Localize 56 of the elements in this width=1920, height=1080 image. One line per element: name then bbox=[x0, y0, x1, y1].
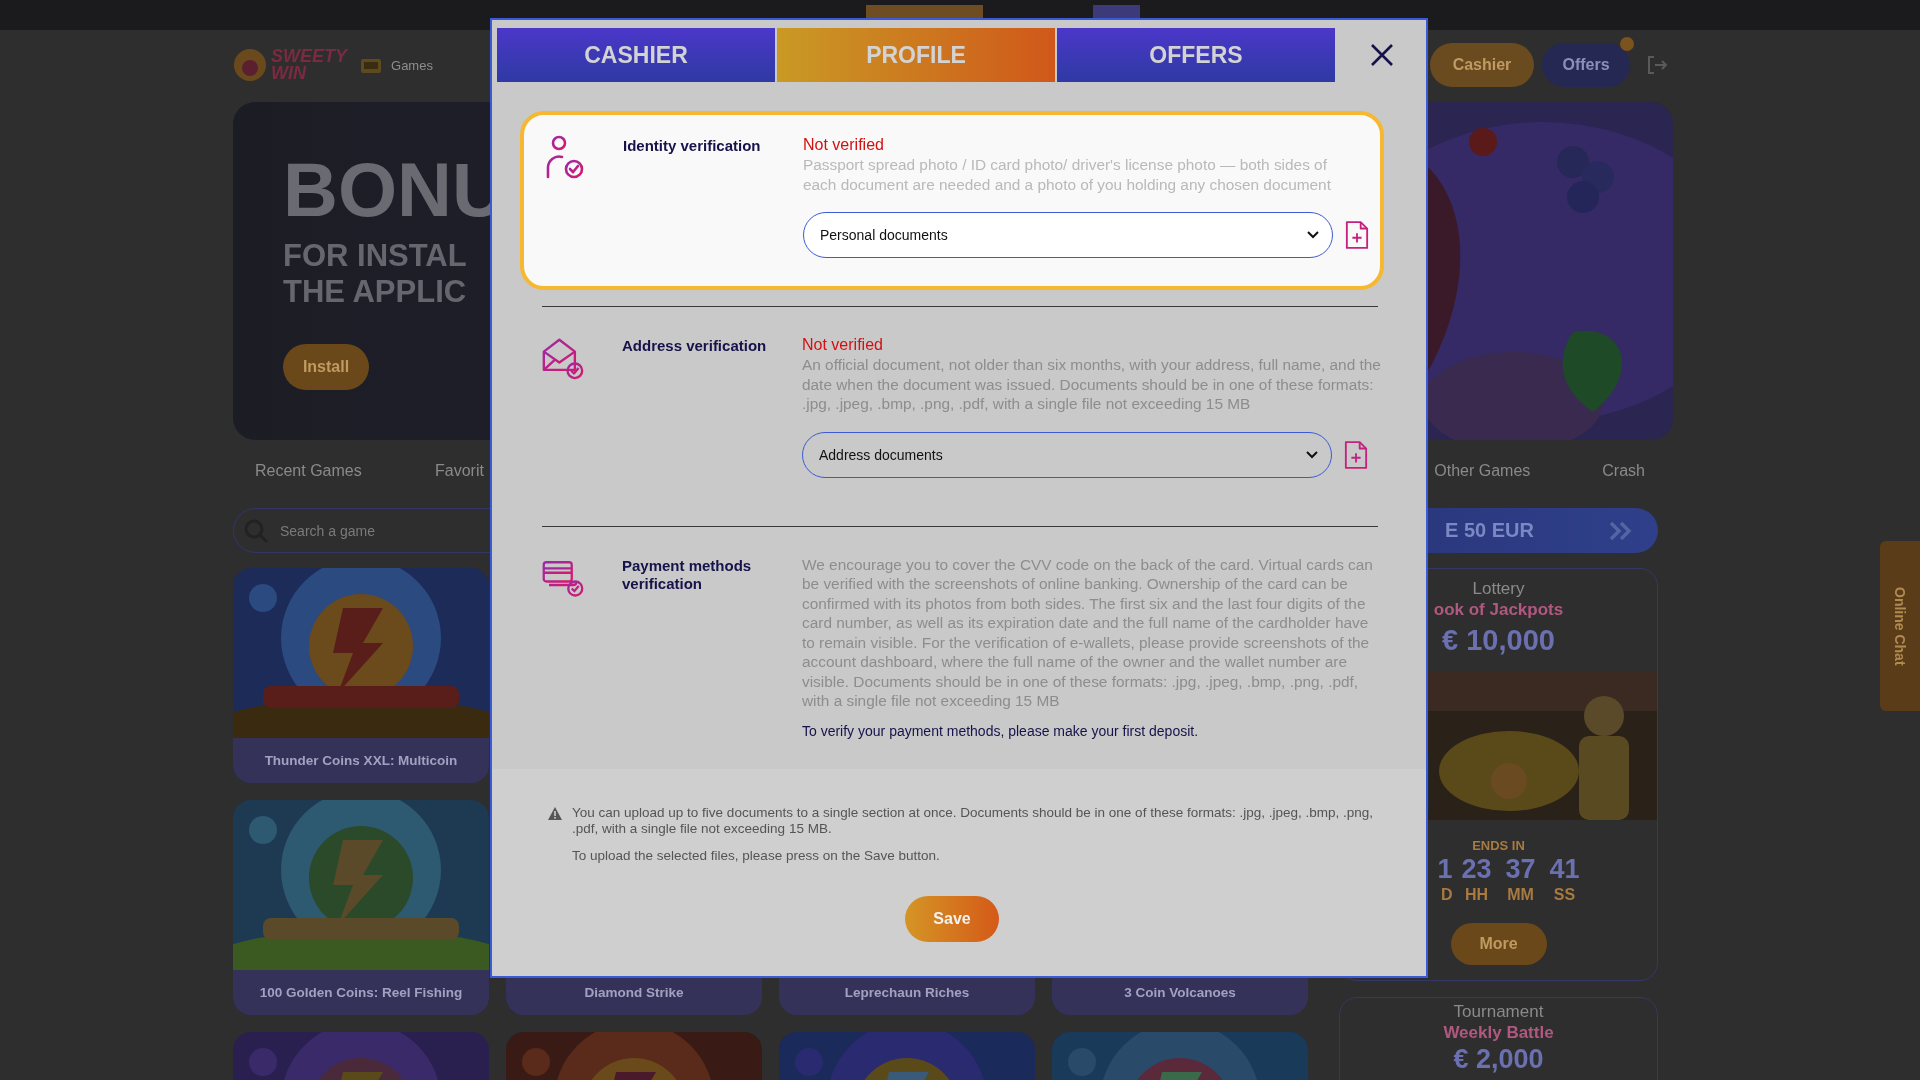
save-button[interactable]: Save bbox=[905, 895, 999, 942]
online-chat-tab[interactable]: Online Chat bbox=[1880, 541, 1920, 711]
offers-button[interactable]: Offers bbox=[1542, 43, 1630, 87]
game-card[interactable]: 100 Golden Coins: Reel Fishing bbox=[233, 800, 489, 1015]
countdown-unit: MM bbox=[1506, 885, 1535, 905]
section-title: Identity verification bbox=[623, 136, 762, 156]
description-text: We encourage you to cover the CVV code on the back of the card. Virtual cards can be verified with the screenshots of online banking. Ownership of the card can be confirmed with its photos from both sides. The first six and the last four digits of the card number, as well as its expiration date and the full name of the cardholder have to remain visible. For the verification of e-wallets, please provide screenshots of the account dashboard, where the full name of the owner and the wallet number are visible. Documents should be in one of these formats: .jpg, .jpeg, .bmp, .png, .pdf, with a single file not exceeding 15 MB bbox=[802, 554, 1374, 711]
countdown-unit: SS bbox=[1552, 885, 1577, 905]
dialog-tab[interactable]: CASHIER bbox=[497, 28, 775, 82]
dialog-tab[interactable]: OFFERS bbox=[1057, 28, 1335, 82]
ends-in-label: ENDS IN bbox=[1472, 838, 1525, 853]
category-tab[interactable]: Favorit bbox=[435, 462, 484, 480]
chevron-down-icon bbox=[1305, 449, 1319, 460]
description-text: An official document, not older than six months, with your address, full name, and the date when the document was issued. Documents should be in one of these formats: .jpg, .jpeg, .bmp, .png, .pdf, with a single file not exceeding 15 MB bbox=[802, 355, 1382, 414]
game-card[interactable]: Thunder Coins XXL: Multicoin bbox=[233, 568, 489, 783]
section-title: Payment methods verification bbox=[622, 555, 753, 594]
notification-dot bbox=[1620, 37, 1634, 51]
status-label: Not verified bbox=[803, 135, 885, 155]
file-plus-icon[interactable] bbox=[1344, 439, 1368, 470]
game-title: Thunder Coins XXL: Multicoin bbox=[233, 738, 489, 783]
section-title: Address verification bbox=[622, 336, 768, 356]
status-label: Not verified bbox=[802, 335, 884, 355]
promo-text: E 50 EUR bbox=[1445, 519, 1534, 542]
card-label: Lottery bbox=[1472, 579, 1525, 599]
prize-amount: € 10,000 bbox=[1442, 623, 1555, 658]
countdown-unit: HH bbox=[1463, 885, 1490, 905]
card-label: Tournament bbox=[1453, 1002, 1544, 1022]
countdown-value: 23 bbox=[1460, 853, 1493, 885]
category-tab[interactable]: Other Games bbox=[1434, 462, 1603, 480]
warning-icon bbox=[548, 806, 562, 820]
category-tab[interactable]: Crash bbox=[1602, 462, 1645, 480]
deposit-note: To verify your payment methods, please make your first deposit. bbox=[802, 722, 1200, 739]
nav-link[interactable]: Games bbox=[391, 57, 433, 73]
file-plus-icon[interactable] bbox=[1345, 220, 1369, 250]
notice-text: You can upload up to five documents to a single section at once. Documents should be in one of these formats: .jpg, .jpeg, .bmp, .png, .pdf, with a single file not exceeding 15 MB. bbox=[572, 804, 1374, 837]
more-button[interactable]: More bbox=[1450, 923, 1547, 965]
document-select[interactable]: Personal documents bbox=[803, 212, 1333, 258]
cashier-button[interactable]: Cashier bbox=[1430, 43, 1534, 87]
countdown-value: 37 bbox=[1504, 853, 1537, 885]
countdown-value: 41 bbox=[1548, 853, 1581, 885]
double-chevron-icon bbox=[1608, 519, 1634, 542]
lottery-name: ook of Jackpots bbox=[1433, 599, 1564, 621]
description-text: Passport spread photo / ID card photo/ driver's license photo — both sides of each document are needed and a photo of you holding any chosen document bbox=[803, 155, 1332, 194]
game-title: 100 Golden Coins: Reel Fishing bbox=[233, 970, 489, 1015]
dialog-tab[interactable]: PROFILE bbox=[777, 28, 1055, 82]
notice-text: To upload the selected files, please press on the Save button. bbox=[572, 847, 941, 864]
chevron-down-icon bbox=[1306, 230, 1320, 240]
prize-amount: € 2,000 bbox=[1453, 1044, 1544, 1075]
category-tab[interactable]: Recent Games bbox=[255, 462, 435, 480]
install-button[interactable]: Install bbox=[283, 344, 369, 390]
banner-subtitle: FOR INSTAL THE APPLIC bbox=[283, 238, 467, 310]
tournament-name: Weekly Battle bbox=[1443, 1022, 1554, 1044]
countdown-value: 1 bbox=[1436, 853, 1453, 885]
close-icon[interactable] bbox=[1369, 43, 1394, 67]
mascot-icon bbox=[233, 48, 267, 82]
countdown-unit: D bbox=[1439, 885, 1453, 905]
